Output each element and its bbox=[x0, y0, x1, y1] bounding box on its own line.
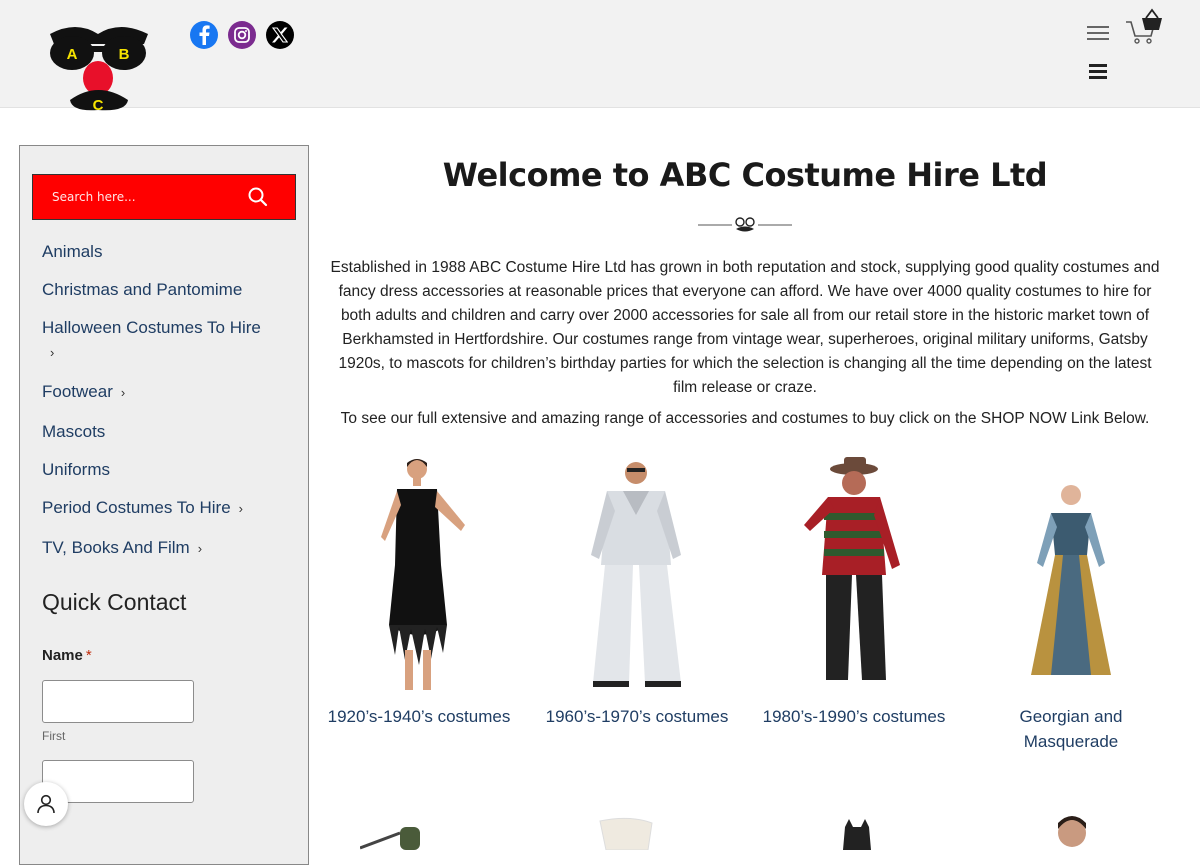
product-card-1920s[interactable]: 1920’s-1940’s costumes bbox=[319, 455, 519, 729]
mobile-menu-icon[interactable] bbox=[1089, 64, 1107, 80]
required-mark: * bbox=[86, 647, 92, 664]
chevron-right-icon[interactable]: › bbox=[239, 497, 243, 521]
product-caption[interactable]: 1920’s-1940’s costumes bbox=[319, 704, 519, 729]
search-icon[interactable] bbox=[247, 186, 269, 208]
intro-paragraph: Established in 1988 ABC Costume Hire Ltd… bbox=[325, 256, 1165, 400]
category-label: Period Costumes To Hire bbox=[42, 498, 231, 517]
category-label: Christmas and Pantomime bbox=[42, 280, 242, 299]
category-item-period[interactable]: Period Costumes To Hire › bbox=[42, 496, 302, 536]
product-thumb-partial-8[interactable] bbox=[1022, 815, 1122, 850]
category-label: TV, Books And Film bbox=[42, 538, 190, 557]
category-label: Uniforms bbox=[42, 460, 110, 479]
facebook-icon[interactable] bbox=[190, 21, 218, 49]
product-thumb-partial-7[interactable] bbox=[805, 815, 905, 850]
cart-icon[interactable] bbox=[1124, 8, 1164, 46]
chevron-right-icon[interactable]: › bbox=[198, 537, 202, 561]
product-thumb-partial-6[interactable] bbox=[590, 815, 690, 850]
chevron-right-icon[interactable]: › bbox=[50, 341, 54, 365]
chevron-right-icon[interactable]: › bbox=[121, 381, 125, 405]
site-header: A B C bbox=[0, 0, 1200, 108]
quick-contact-title: Quick Contact bbox=[42, 589, 186, 616]
first-name-input[interactable] bbox=[42, 680, 194, 723]
product-thumb-partial-5[interactable] bbox=[360, 815, 460, 850]
user-icon bbox=[35, 793, 57, 815]
product-card-georgian[interactable]: Georgian and Masquerade bbox=[971, 455, 1171, 754]
category-item-mascots[interactable]: Mascots bbox=[42, 420, 302, 458]
name-label-text: Name bbox=[42, 647, 83, 664]
product-card-1980s[interactable]: 1980’s-1990’s costumes bbox=[754, 455, 954, 729]
name-field-label: Name* bbox=[42, 647, 92, 664]
logo-letter-b: B bbox=[119, 46, 130, 63]
category-item-footwear[interactable]: Footwear › bbox=[42, 380, 302, 420]
category-item-animals[interactable]: Animals bbox=[42, 240, 302, 278]
menu-icon[interactable] bbox=[1087, 25, 1109, 41]
instagram-icon[interactable] bbox=[228, 21, 256, 49]
costume-1960s-image[interactable] bbox=[537, 455, 737, 700]
first-name-sublabel: First bbox=[42, 729, 65, 743]
product-caption[interactable]: Georgian and Masquerade bbox=[971, 704, 1171, 754]
search-input[interactable] bbox=[33, 175, 243, 219]
costume-georgian-image[interactable] bbox=[971, 455, 1171, 700]
product-caption[interactable]: 1980’s-1990’s costumes bbox=[754, 704, 954, 729]
x-twitter-icon[interactable] bbox=[266, 21, 294, 49]
product-card-1960s[interactable]: 1960’s-1970’s costumes bbox=[537, 455, 737, 729]
page-title: Welcome to ABC Costume Hire Ltd bbox=[325, 156, 1165, 194]
category-item-halloween[interactable]: Halloween Costumes To Hire › bbox=[42, 316, 302, 380]
shop-now-paragraph: To see our full extensive and amazing ra… bbox=[325, 407, 1165, 431]
account-button[interactable] bbox=[24, 782, 68, 826]
category-item-tv-books-film[interactable]: TV, Books And Film › bbox=[42, 536, 302, 576]
logo-letter-a: A bbox=[67, 46, 78, 63]
category-list: Animals Christmas and Pantomime Hallowee… bbox=[42, 240, 302, 576]
search-bar bbox=[32, 174, 296, 220]
category-item-christmas[interactable]: Christmas and Pantomime bbox=[42, 278, 302, 316]
category-label: Mascots bbox=[42, 422, 105, 441]
category-label: Halloween Costumes To Hire bbox=[42, 318, 261, 337]
product-caption[interactable]: 1960’s-1970’s costumes bbox=[537, 704, 737, 729]
logo-letter-c: C bbox=[93, 97, 104, 114]
costume-1980s-image[interactable] bbox=[754, 455, 954, 700]
costume-1920s-image[interactable] bbox=[319, 455, 519, 700]
site-logo[interactable]: A B C bbox=[46, 20, 152, 118]
category-label: Footwear bbox=[42, 382, 113, 401]
sidebar: Animals Christmas and Pantomime Hallowee… bbox=[19, 145, 309, 865]
category-item-uniforms[interactable]: Uniforms bbox=[42, 458, 302, 496]
mustache-divider-icon bbox=[698, 213, 792, 237]
category-label: Animals bbox=[42, 242, 102, 261]
